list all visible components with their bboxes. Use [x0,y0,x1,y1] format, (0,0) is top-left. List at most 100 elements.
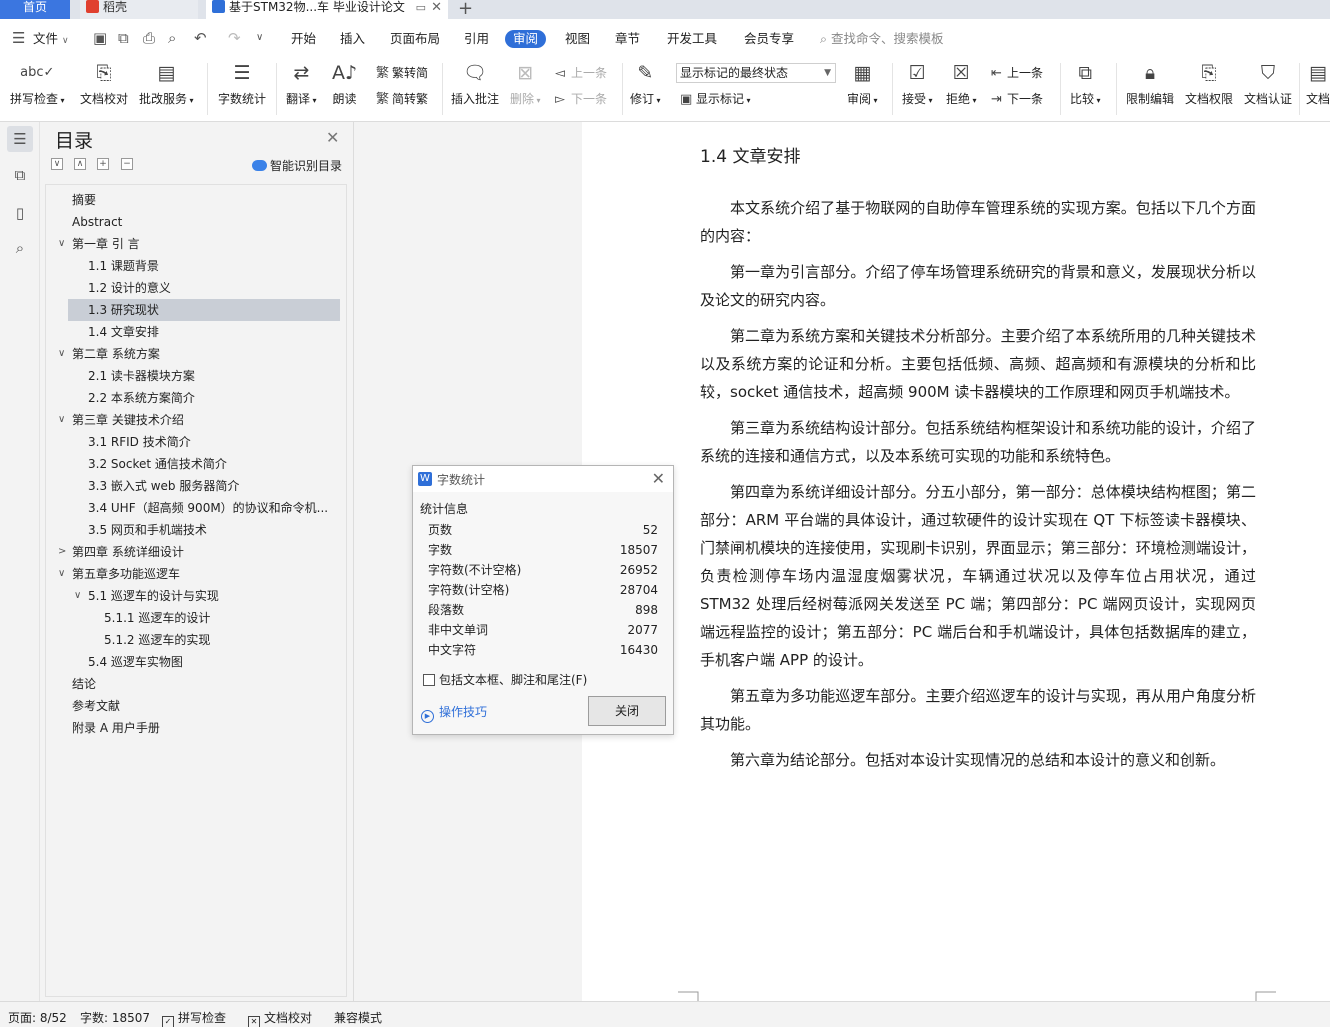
toc-item[interactable]: 1.4 文章安排 [46,321,340,343]
tab-daoke[interactable]: 稻壳 [80,0,198,19]
quick-access-dropdown-icon[interactable]: ∨ [256,30,263,46]
chevron-down-icon[interactable]: ∨ [58,233,65,255]
tab-home[interactable]: 首页 [0,0,70,19]
toc-item[interactable]: ∨ 5.1 巡逻车的设计与实现 [46,585,340,607]
reject-button[interactable]: ☒ 拒绝 ▾ [946,60,977,107]
remove-heading-icon[interactable]: − [121,158,133,170]
toc-item[interactable]: 3.2 Socket 通信技术简介 [46,453,340,475]
simp-to-trad-button[interactable]: 繁简转繁 [376,91,428,108]
document-rights-button[interactable]: ⎘ 文档权限 [1185,60,1233,107]
document-proofread-button[interactable]: ⎘ 文档校对 [80,60,128,107]
close-icon[interactable]: ✕ [652,469,665,488]
chevron-down-icon[interactable]: ∨ [58,343,65,365]
toc-item[interactable]: 3.5 网页和手机端技术 [46,519,340,541]
next-change-button[interactable]: ⇥ 下一条 [991,91,1043,108]
trad-to-simp-button[interactable]: 繁繁转简 [376,65,428,82]
compare-button[interactable]: ⧉ 比较 ▾ [1070,60,1101,107]
toc-item[interactable]: 1.1 课题背景 [46,255,340,277]
close-tab-icon[interactable]: ✕ [431,0,442,15]
menu-member[interactable]: 会员专享 [744,30,794,48]
collapse-all-icon[interactable]: ∨ [51,158,63,170]
chevron-down-icon[interactable]: ∨ [58,563,65,585]
hamburger-icon[interactable]: ☰ [12,30,25,46]
menu-developer[interactable]: 开发工具 [667,30,717,48]
expand-up-icon[interactable]: ∧ [74,158,86,170]
toc-item[interactable]: > 第四章 系统详细设计 [46,541,340,563]
delete-comment-button[interactable]: ⊠ 删除 ▾ [510,60,541,107]
add-heading-icon[interactable]: + [97,158,109,170]
chevron-down-icon[interactable]: ∨ [58,409,65,431]
close-icon[interactable]: ✕ [326,128,339,147]
menu-references[interactable]: 引用 [464,30,489,48]
toc-panel-icon[interactable]: ☰ [7,126,33,152]
toc-item[interactable]: 3.1 RFID 技术简介 [46,431,340,453]
previous-change-button[interactable]: ⇤ 上一条 [991,65,1043,82]
document-page[interactable]: 1.4 文章安排 本文系统介绍了基于物联网的自助停车管理系统的实现方案。包括以下… [582,122,1330,1001]
print-preview-icon[interactable]: ⌕ [168,30,176,46]
menu-file[interactable]: 文件 ∨ [33,30,69,50]
search-icon[interactable]: ⌕ [7,235,33,261]
next-comment-button[interactable]: ▻ 下一条 [555,91,607,108]
new-tab-button[interactable]: + [458,0,473,19]
monitor-icon[interactable]: ▭ [416,0,426,15]
redo-icon[interactable]: ↷ [228,30,241,46]
toc-item[interactable]: 3.4 UHF（超高频 900M）的协议和命令机... [46,497,340,519]
restrict-editing-button[interactable]: 🔒︎ 限制编辑 [1126,60,1174,107]
previous-comment-button[interactable]: ◅ 上一条 [555,65,607,82]
accept-button[interactable]: ☑ 接受 ▾ [902,60,933,107]
spell-check-button[interactable]: abc✓ 拼写检查 ▾ [10,60,65,107]
toc-item[interactable]: 2.1 读卡器模块方案 [46,365,340,387]
menu-page-layout[interactable]: 页面布局 [390,30,440,48]
print-icon[interactable]: ⎙ [143,30,155,46]
dialog-titlebar[interactable]: W 字数统计 ✕ [413,466,673,492]
markup-state-dropdown[interactable]: 显示标记的最终状态 ▼ [676,63,836,83]
page-indicator[interactable]: 页面: 8/52 [8,1009,67,1026]
menu-view[interactable]: 视图 [565,30,590,48]
save-icon[interactable]: ▣ [93,30,107,46]
toc-item[interactable]: 附录 A 用户手册 [46,717,340,739]
chevron-down-icon[interactable]: ∨ [74,585,81,607]
navigation-icon[interactable]: ⧉ [7,162,33,188]
toc-item[interactable]: 5.4 巡逻车实物图 [46,651,340,673]
toc-item[interactable]: ∨ 第五章多功能巡逻车 [46,563,340,585]
toc-item[interactable]: ∨ 第二章 系统方案 [46,343,340,365]
word-count-button[interactable]: ☰ 字数统计 [218,60,266,107]
status-proofread[interactable]: ✕ 文档校对 [248,1009,312,1027]
toc-item[interactable]: 结论 [46,673,340,695]
document-certify-button[interactable]: ⛉ 文档认证 [1244,60,1292,107]
review-pane-button[interactable]: ▦ 审阅 ▾ [847,60,878,107]
include-textbox-footnotes-checkbox[interactable]: 包括文本框、脚注和尾注(F) [423,671,587,688]
menu-start[interactable]: 开始 [291,30,316,48]
document-more-button[interactable]: ▤ 文档 [1306,60,1330,107]
word-count-indicator[interactable]: 字数: 18507 [80,1009,150,1026]
menu-chapter[interactable]: 章节 [615,30,640,48]
tab-document[interactable]: 基于STM32物...车 毕业设计论文 ▭ ✕ [206,0,448,19]
menu-insert[interactable]: 插入 [340,30,365,48]
export-icon[interactable]: ⧉ [118,30,129,46]
toc-item[interactable]: 5.1.2 巡逻车的实现 [46,629,340,651]
undo-icon[interactable]: ↶ [194,30,207,46]
close-button[interactable]: 关闭 [588,696,666,726]
toc-item[interactable]: ∨ 第三章 关键技术介绍 [46,409,340,431]
toc-item[interactable]: 参考文献 [46,695,340,717]
smart-toc-button[interactable]: 智能识别目录 [252,157,342,174]
toc-item[interactable]: 5.1.1 巡逻车的设计 [46,607,340,629]
toc-item[interactable]: ∨ 第一章 引 言 [46,233,340,255]
command-search[interactable]: ⌕ 查找命令、搜索模板 [820,30,944,48]
show-markup-button[interactable]: ▣ 显示标记 ▾ [680,91,751,109]
toc-item[interactable]: Abstract [46,211,340,233]
chevron-right-icon[interactable]: > [58,541,66,563]
menu-review[interactable]: 审阅 [505,30,547,48]
bookmark-icon[interactable]: ▯ [7,200,33,226]
toc-item[interactable]: 1.3 研究现状 [68,299,340,321]
track-changes-button[interactable]: ✎ 修订 ▾ [630,60,661,107]
read-aloud-button[interactable]: A♪ 朗读 [332,60,357,107]
operation-tips-link[interactable]: ▶ 操作技巧 [421,703,487,723]
insert-comment-button[interactable]: 🗨 插入批注 [451,60,499,107]
toc-item[interactable]: 1.2 设计的意义 [46,277,340,299]
toc-item[interactable]: 摘要 [46,189,340,211]
toc-item[interactable]: 2.2 本系统方案简介 [46,387,340,409]
document-body[interactable]: 本文系统介绍了基于物联网的自助停车管理系统的实现方案。包括以下几个方面的内容： 第… [700,194,1256,782]
status-spell-check[interactable]: ✓ 拼写检查 [162,1009,226,1027]
correction-service-button[interactable]: ▤ 批改服务 ▾ [139,60,194,107]
